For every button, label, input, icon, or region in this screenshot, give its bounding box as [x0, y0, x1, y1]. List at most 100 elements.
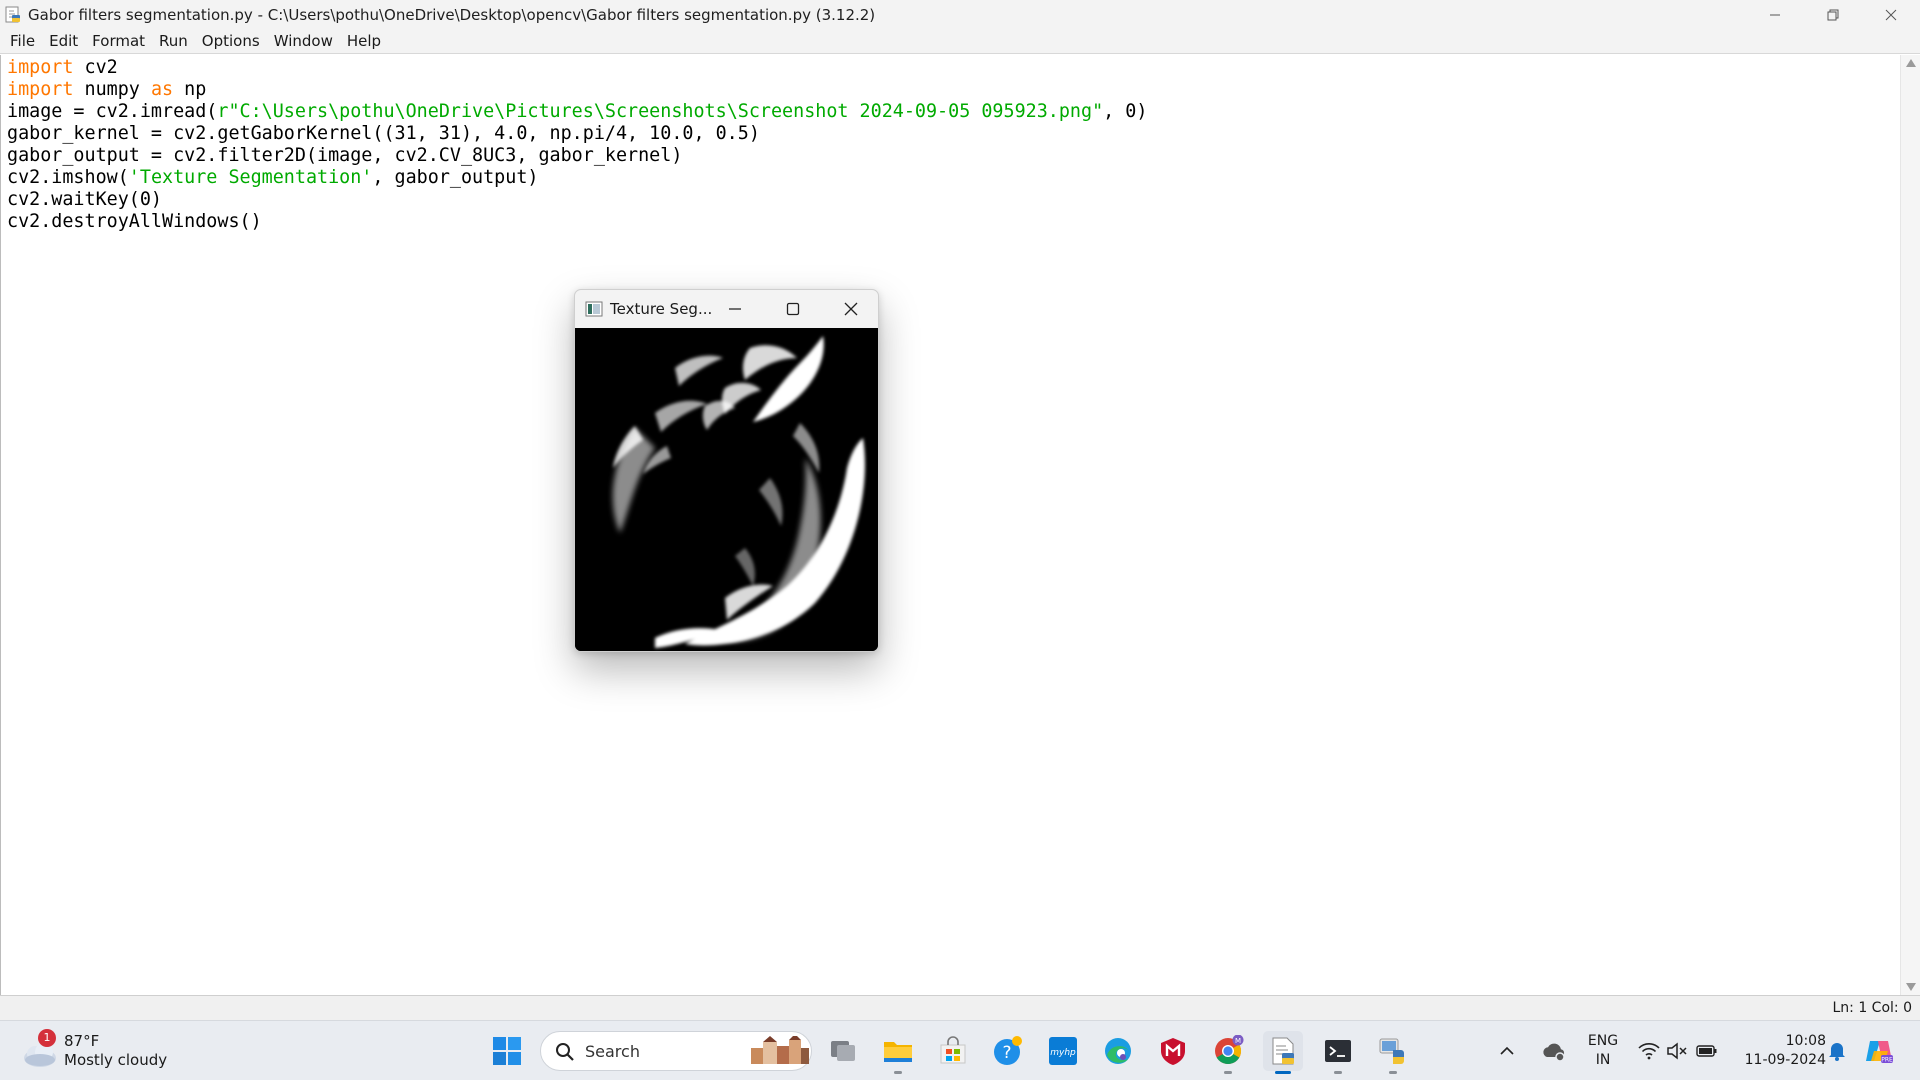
code-line[interactable]: cv2.waitKey(0) — [7, 189, 1147, 211]
code-token: gabor_output = cv2.filter2D(image, cv2.C… — [7, 145, 683, 166]
menu-file[interactable]: File — [4, 32, 43, 50]
weather-widget[interactable]: 1 87°F Mostly cloudy — [20, 1029, 170, 1073]
search-icon — [556, 1043, 574, 1061]
status-bar: Ln: 1 Col: 0 — [0, 995, 1920, 1020]
task-view-button[interactable] — [823, 1031, 863, 1071]
image-output-window[interactable]: Texture Seg... — [574, 289, 879, 652]
language-code: ENG — [1587, 1033, 1619, 1049]
store-icon — [940, 1036, 966, 1064]
scroll-down-icon[interactable] — [1906, 983, 1916, 991]
menu-run[interactable]: Run — [153, 32, 196, 50]
opencv-window-icon — [585, 301, 603, 317]
code-line[interactable]: gabor_output = cv2.filter2D(image, cv2.C… — [7, 145, 1147, 167]
code-token: gabor_kernel = cv2.getGaborKernel((31, 3… — [7, 123, 760, 144]
notifications-button[interactable] — [1822, 1031, 1852, 1071]
copilot-icon: PRE — [1866, 1041, 1893, 1064]
bell-icon — [1829, 1043, 1845, 1061]
close-icon — [1885, 9, 1897, 20]
chrome-button[interactable]: M — [1208, 1031, 1248, 1074]
running-indicator — [1334, 1071, 1342, 1074]
clock-date: 11-09-2024 — [1744, 1052, 1826, 1068]
svg-text:PRE: PRE — [1881, 1057, 1893, 1064]
mcafee-button[interactable] — [1153, 1031, 1193, 1071]
onedrive-button[interactable] — [1536, 1031, 1572, 1071]
code-line[interactable]: gabor_kernel = cv2.getGaborKernel((31, 3… — [7, 123, 1147, 145]
region-code: IN — [1595, 1052, 1611, 1068]
restore-icon — [1827, 9, 1839, 20]
terminal-button[interactable] — [1318, 1031, 1358, 1074]
svg-text:?: ? — [1002, 1043, 1011, 1063]
image-minimize-button[interactable] — [706, 290, 764, 328]
window-controls — [1746, 0, 1920, 29]
cursor-position: Ln: 1 Col: 0 — [1832, 1000, 1912, 1016]
scroll-up-icon[interactable] — [1906, 59, 1916, 67]
code-line[interactable]: import numpy as np — [7, 79, 1147, 101]
menu-help[interactable]: Help — [341, 32, 389, 50]
code-text[interactable]: import cv2 import numpy as np image = cv2.… — [7, 57, 1147, 233]
code-editor[interactable]: import cv2 import numpy as np image = cv2.… — [0, 55, 1900, 995]
network-button[interactable] — [1634, 1031, 1664, 1071]
folder-icon — [884, 1042, 912, 1062]
myhp-button[interactable]: myhp — [1043, 1031, 1083, 1071]
running-indicator — [1224, 1071, 1232, 1074]
code-line[interactable]: import cv2 — [7, 57, 1147, 79]
running-indicator — [1389, 1071, 1397, 1074]
code-token: cv2.destroyAllWindows() — [7, 211, 262, 232]
menu-edit[interactable]: Edit — [43, 32, 86, 50]
wifi-icon — [1638, 1043, 1660, 1060]
active-indicator — [1275, 1071, 1291, 1074]
menu-window[interactable]: Window — [268, 32, 341, 50]
microsoft-store-button[interactable] — [933, 1031, 973, 1071]
image-maximize-button[interactable] — [764, 290, 822, 328]
terminal-icon — [1325, 1040, 1351, 1062]
start-button[interactable] — [487, 1031, 527, 1071]
image-close-button[interactable] — [822, 290, 878, 328]
vertical-scrollbar[interactable] — [1900, 55, 1920, 995]
mcafee-shield-icon — [1161, 1038, 1185, 1065]
svg-text:myhp: myhp — [1050, 1048, 1076, 1058]
file-explorer-button[interactable] — [878, 1031, 918, 1074]
code-token: cv2.imshow( — [7, 167, 129, 188]
code-line[interactable]: cv2.destroyAllWindows() — [7, 211, 1147, 233]
menu-bar: File Edit Format Run Options Window Help — [0, 29, 1920, 54]
taskbar-search[interactable]: Search — [540, 1031, 812, 1071]
menu-format[interactable]: Format — [86, 32, 153, 50]
running-indicator — [894, 1071, 902, 1074]
clock[interactable]: 10:08 11-09-2024 — [1736, 1032, 1826, 1070]
search-highlight-icon — [751, 1036, 809, 1064]
code-line[interactable]: cv2.imshow('Texture Segmentation', gabor… — [7, 167, 1147, 189]
code-token: cv2 — [73, 57, 118, 78]
close-icon — [844, 302, 858, 316]
python-icon — [1379, 1038, 1404, 1064]
code-string: r"C:\Users\pothu\OneDrive\Pictures\Scree… — [217, 101, 1104, 122]
python-button[interactable] — [1373, 1031, 1413, 1074]
idle-editor-button[interactable] — [1263, 1031, 1303, 1074]
battery-icon — [1696, 1045, 1717, 1057]
minimize-button[interactable] — [1746, 0, 1804, 29]
volume-button[interactable] — [1662, 1031, 1692, 1071]
close-button[interactable] — [1862, 0, 1920, 29]
taskbar: 1 87°F Mostly cloudy Search ? myhp M ENG… — [0, 1020, 1920, 1080]
code-keyword: as — [150, 79, 174, 100]
python-idle-icon — [5, 6, 20, 22]
battery-button[interactable] — [1692, 1031, 1722, 1071]
minimize-icon — [1770, 14, 1780, 15]
copilot-button[interactable]: PRE — [1860, 1031, 1898, 1071]
language-indicator[interactable]: ENG IN — [1586, 1032, 1620, 1070]
weather-description: Mostly cloudy — [64, 1051, 168, 1069]
restore-button[interactable] — [1804, 0, 1862, 29]
chrome-icon: M — [1215, 1035, 1244, 1065]
code-line[interactable]: image = cv2.imread(r"C:\Users\pothu\OneD… — [7, 101, 1147, 123]
show-hidden-icons-button[interactable] — [1492, 1031, 1522, 1071]
weather-temperature: 87°F — [64, 1032, 100, 1050]
image-window-title-bar[interactable]: Texture Seg... — [575, 290, 878, 328]
onedrive-cloud-icon — [1543, 1043, 1565, 1062]
menu-options[interactable]: Options — [196, 32, 268, 50]
get-help-button[interactable]: ? — [988, 1031, 1028, 1071]
edge-browser-button[interactable] — [1098, 1031, 1138, 1071]
code-token: , gabor_output) — [372, 167, 539, 188]
code-keyword: import — [7, 57, 74, 78]
edge-icon — [1105, 1038, 1131, 1064]
help-icon: ? — [994, 1036, 1022, 1065]
myhp-icon: myhp — [1049, 1037, 1077, 1065]
